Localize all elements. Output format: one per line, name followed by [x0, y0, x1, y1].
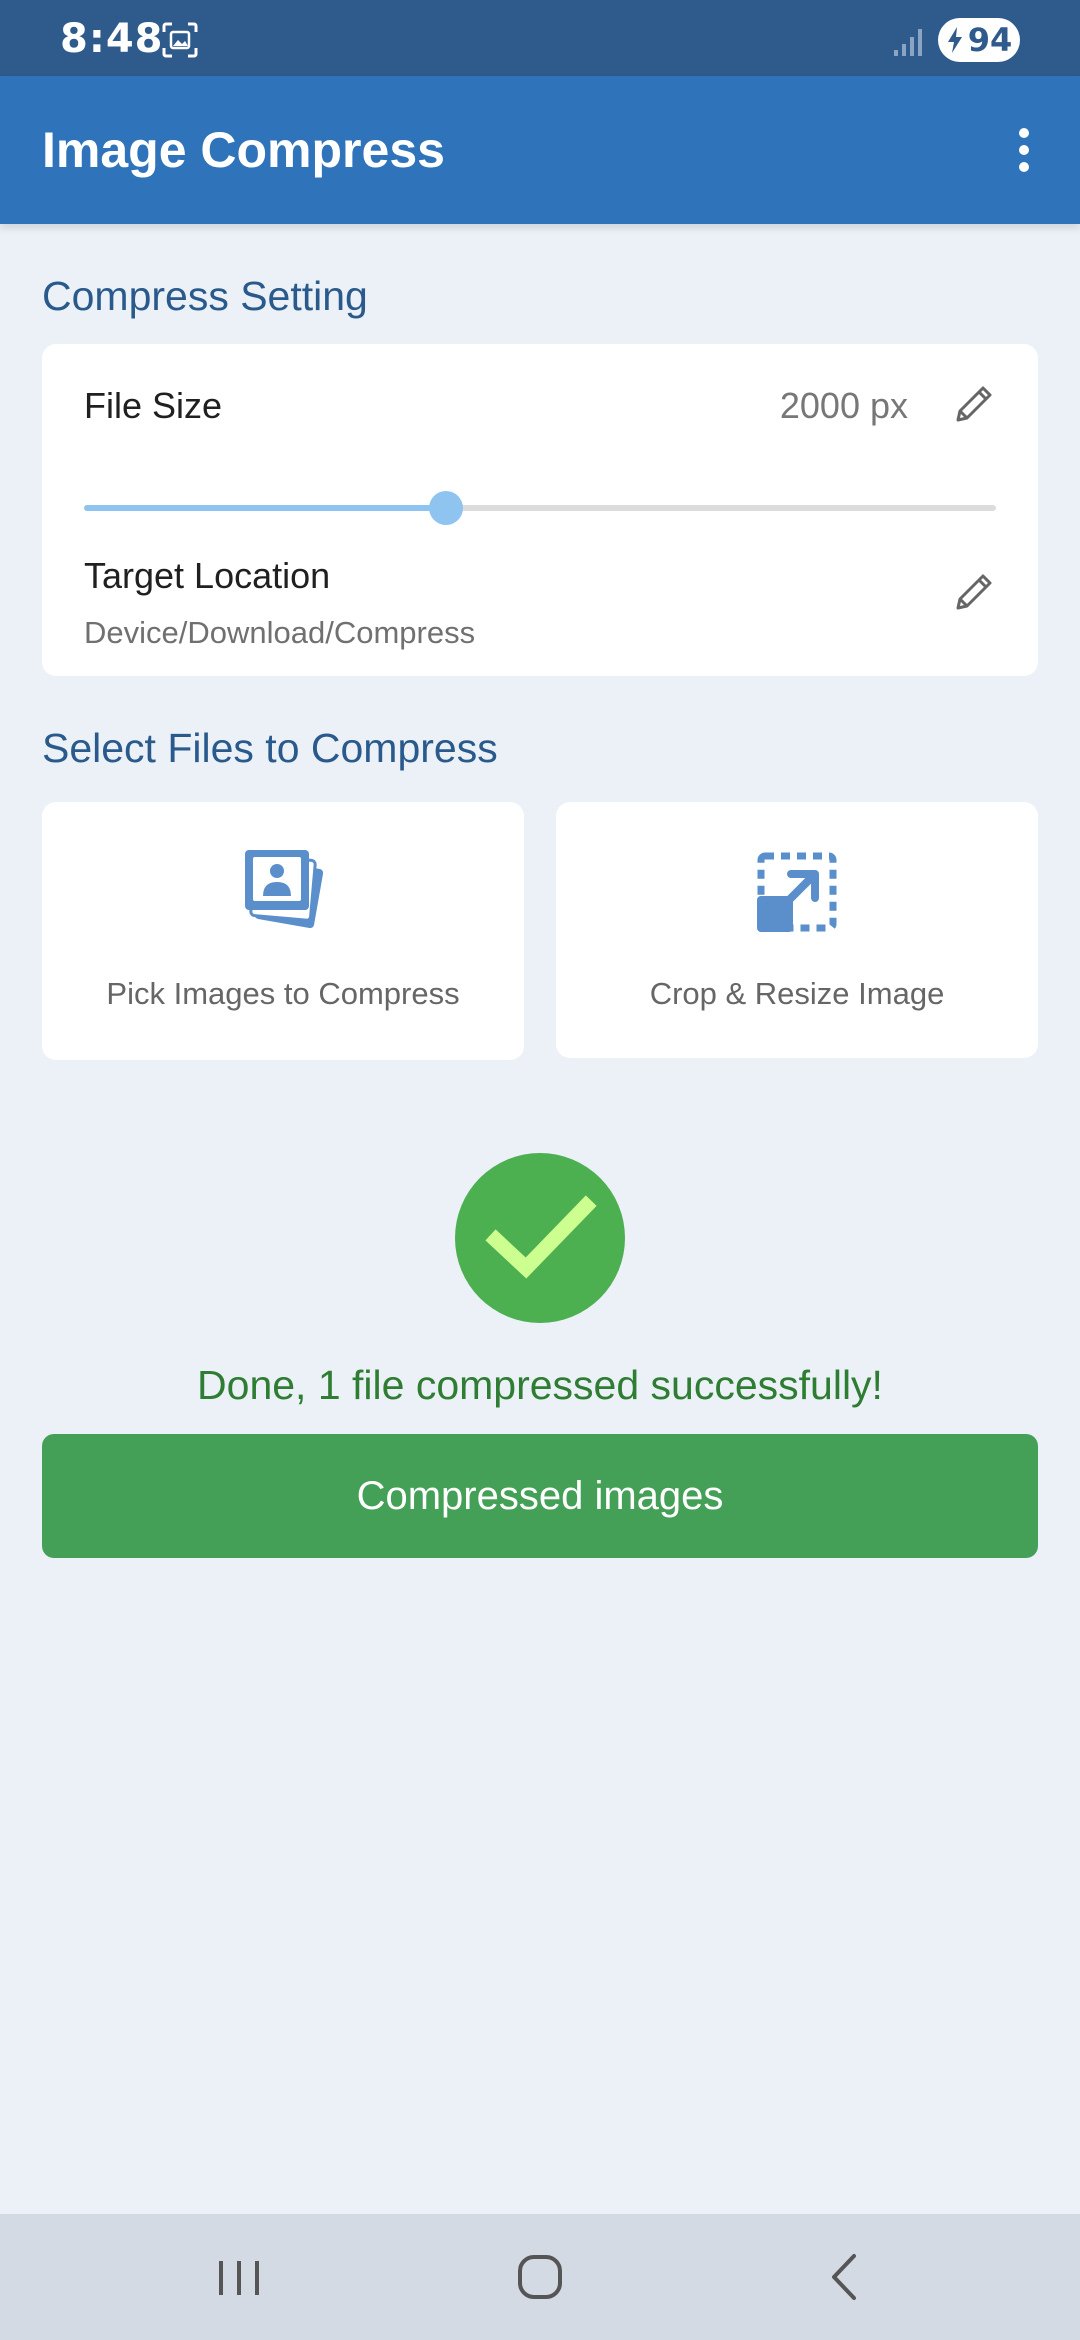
- status-bar: 8:48 94: [0, 0, 1080, 76]
- file-size-label: File Size: [84, 385, 223, 426]
- home-icon[interactable]: [505, 2244, 575, 2310]
- slider-fill: [84, 505, 447, 511]
- pick-images-card[interactable]: Pick Images to Compress: [42, 802, 524, 1060]
- recent-apps-icon[interactable]: [204, 2244, 274, 2310]
- crop-resize-card[interactable]: Crop & Resize Image: [556, 802, 1038, 1058]
- file-size-slider[interactable]: [84, 490, 996, 526]
- slider-thumb[interactable]: [429, 491, 464, 525]
- back-icon[interactable]: [810, 2244, 880, 2310]
- edit-target-location-icon[interactable]: [950, 568, 998, 616]
- edit-file-size-icon[interactable]: [950, 380, 998, 428]
- battery-indicator: 94: [938, 18, 1020, 62]
- photo-library-icon: [245, 850, 324, 929]
- navigation-bar: [0, 2214, 1080, 2340]
- status-time: 8:48: [60, 16, 164, 62]
- signal-icon: [894, 29, 922, 56]
- compress-setting-title: Compress Setting: [42, 273, 368, 319]
- compressed-images-button[interactable]: Compressed images: [42, 1434, 1038, 1558]
- file-size-value: 2000 px: [779, 385, 908, 426]
- more-options-button[interactable]: [1000, 120, 1048, 180]
- select-files-title: Select Files to Compress: [42, 725, 498, 771]
- crop-resize-label: Crop & Resize Image: [649, 976, 945, 1011]
- battery-level: 94: [967, 21, 1013, 59]
- battery-charging-icon: [947, 27, 962, 53]
- app-title: Image Compress: [42, 122, 445, 178]
- more-vert-icon: [1019, 128, 1029, 172]
- app-bar: Image Compress: [0, 76, 1080, 224]
- success-check-icon: [455, 1153, 625, 1323]
- crop-resize-icon: [757, 852, 837, 932]
- target-location-label: Target Location: [84, 555, 331, 596]
- success-message: Done, 1 file compressed successfully!: [197, 1362, 883, 1408]
- screenshot-icon: [162, 22, 198, 58]
- settings-card: File Size 2000 px Target Location Device…: [42, 344, 1038, 676]
- pick-images-label: Pick Images to Compress: [106, 976, 460, 1011]
- target-location-path: Device/Download/Compress: [84, 615, 476, 650]
